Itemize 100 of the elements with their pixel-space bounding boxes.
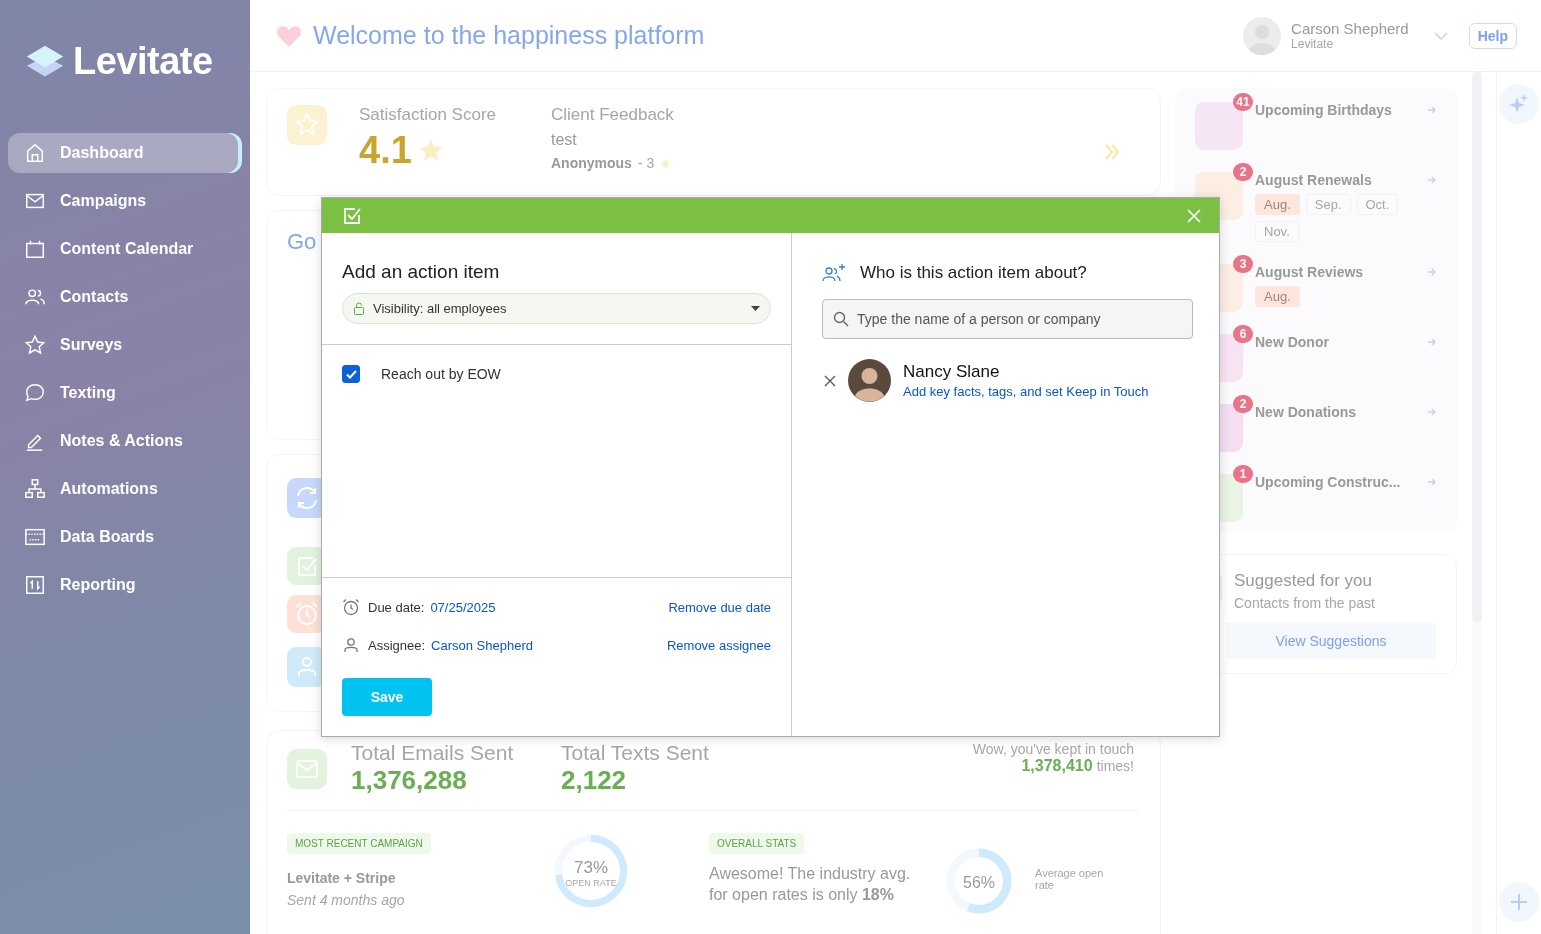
add-button[interactable] (1499, 882, 1539, 922)
star-icon (24, 334, 46, 356)
nav-item[interactable]: Reporting (8, 565, 242, 605)
remove-due-date-link[interactable]: Remove due date (668, 599, 771, 615)
section-tag: MOST RECENT CAMPAIGN (287, 833, 431, 854)
suggestions-subtitle: Contacts from the past (1234, 595, 1375, 611)
dialog-title: Add an action item (342, 261, 501, 283)
assignee-link[interactable]: Carson Shepherd (431, 637, 533, 653)
report-icon (24, 574, 46, 596)
month-tag[interactable]: Sep. (1305, 194, 1351, 215)
card-icon (24, 526, 46, 548)
due-date-link[interactable]: 07/25/2025 (430, 599, 496, 615)
reminder-title[interactable]: Upcoming Construc... (1255, 474, 1401, 490)
double-chevron-icon[interactable] (1104, 143, 1120, 161)
reminder-title[interactable]: New Donations (1255, 404, 1357, 420)
donut-caption: Average open rate (1035, 867, 1105, 891)
nav-item[interactable]: Notes & Actions (8, 421, 242, 461)
arrow-right-icon[interactable] (1427, 477, 1437, 487)
reminder-title[interactable]: August Reviews (1255, 264, 1364, 280)
reminder-title[interactable]: August Renewals (1255, 172, 1372, 188)
star-icon (660, 157, 672, 169)
touch-count: 1,378,410 (1021, 757, 1093, 775)
donut-value: 56% (963, 874, 995, 892)
chevron-down-icon[interactable] (1432, 30, 1449, 41)
nav-item[interactable]: Campaigns (8, 181, 242, 221)
score-label: Satisfaction Score (359, 105, 497, 125)
nav-item[interactable]: Contacts (8, 277, 242, 317)
reminder-title[interactable]: New Donor (1255, 334, 1329, 350)
caret-icon (751, 306, 760, 311)
star-icon (417, 137, 444, 163)
arrow-right-icon[interactable] (1427, 105, 1437, 115)
nav-item[interactable]: Texting (8, 373, 242, 413)
feedback-author: Anonymous (551, 155, 632, 171)
heart-icon (276, 23, 302, 48)
nav-item[interactable]: Content Calendar (8, 229, 242, 269)
close-icon[interactable] (1187, 208, 1201, 223)
user-name: Carson Shepherd (1291, 20, 1409, 37)
touch-text: Wow, you've kept in touch (972, 741, 1134, 757)
count-badge: 2 (1233, 395, 1253, 413)
donut-value: 73% (574, 858, 608, 878)
visibility-dropdown[interactable]: Visibility: all employees (342, 293, 771, 324)
count-badge: 3 (1233, 255, 1253, 273)
avatar (1243, 16, 1282, 55)
count-badge: 41 (1233, 93, 1253, 111)
nav-item[interactable]: Dashboard (8, 133, 242, 173)
search-field[interactable]: Type the name of a person or company (822, 299, 1193, 339)
alarm-clock-icon (342, 598, 360, 616)
stat-value: 2,122 (561, 765, 628, 796)
arrow-right-icon[interactable] (1427, 337, 1437, 347)
sparkle-button[interactable] (1499, 84, 1539, 124)
donut-caption: OPEN RATE (565, 878, 617, 888)
page-title: Welcome to the happiness platform (313, 21, 705, 50)
month-tag[interactable]: Aug. (1255, 194, 1300, 215)
feedback-text: test (551, 131, 578, 149)
stat-label: Total Emails Sent (351, 741, 515, 765)
contact-action-link[interactable]: Add key facts, tags, and set Keep in Touch (903, 384, 1149, 399)
task-text: Reach out by EOW (381, 366, 501, 382)
count-badge: 2 (1233, 163, 1253, 181)
nav-item[interactable]: Automations (8, 469, 242, 509)
avatar (848, 359, 891, 402)
logo-text: Levitate (73, 40, 213, 83)
nav-item[interactable]: Surveys (8, 325, 242, 365)
remove-icon[interactable] (824, 374, 836, 387)
nav-item[interactable]: Data Boards (8, 517, 242, 557)
suggestions-title: Suggested for you (1234, 571, 1373, 591)
feedback-label: Client Feedback (551, 105, 675, 125)
campaign-name: Levitate + Stripe (287, 870, 397, 886)
remove-assignee-link[interactable]: Remove assignee (666, 637, 771, 653)
reminder-title[interactable]: Upcoming Birthdays (1255, 102, 1392, 118)
count-badge: 6 (1233, 325, 1253, 343)
due-date-label: Due date: (368, 599, 425, 615)
overall-stats-text: Awesome! The industry avg. for open rates is only 18% (709, 864, 912, 905)
mail-icon (287, 749, 327, 789)
sparkle-icon (1509, 94, 1529, 114)
campaign-date: Sent 4 months ago (287, 892, 406, 908)
score-value: 4.1 (359, 131, 412, 169)
person-icon (342, 636, 360, 654)
contact-name: Nancy Slane (903, 362, 1001, 382)
logo-text: Go (287, 229, 317, 254)
month-tag[interactable]: Oct. (1356, 194, 1399, 215)
tree-icon (24, 478, 46, 500)
lock-icon (353, 302, 365, 315)
stat-value: 1,376,288 (351, 765, 468, 796)
checkbox[interactable] (342, 365, 360, 383)
checkbox-icon (342, 205, 362, 226)
section-tag: OVERALL STATS (709, 833, 805, 854)
view-suggestions-button[interactable]: View Suggestions (1226, 623, 1436, 659)
search-icon (833, 311, 849, 327)
count-badge: 1 (1233, 465, 1253, 483)
arrow-right-icon[interactable] (1427, 175, 1437, 185)
help-button[interactable]: Help (1468, 22, 1517, 49)
section-title: Who is this action item about? (860, 263, 1087, 283)
assignee-label: Assignee: (368, 637, 426, 653)
month-tag[interactable]: Nov. (1255, 221, 1299, 242)
month-tag[interactable]: Aug. (1255, 286, 1300, 307)
arrow-right-icon[interactable] (1427, 267, 1437, 277)
arrow-right-icon[interactable] (1427, 407, 1437, 417)
plus-icon (1509, 892, 1529, 912)
save-button[interactable]: Save (342, 678, 432, 716)
touch-suffix: times! (1096, 758, 1134, 774)
